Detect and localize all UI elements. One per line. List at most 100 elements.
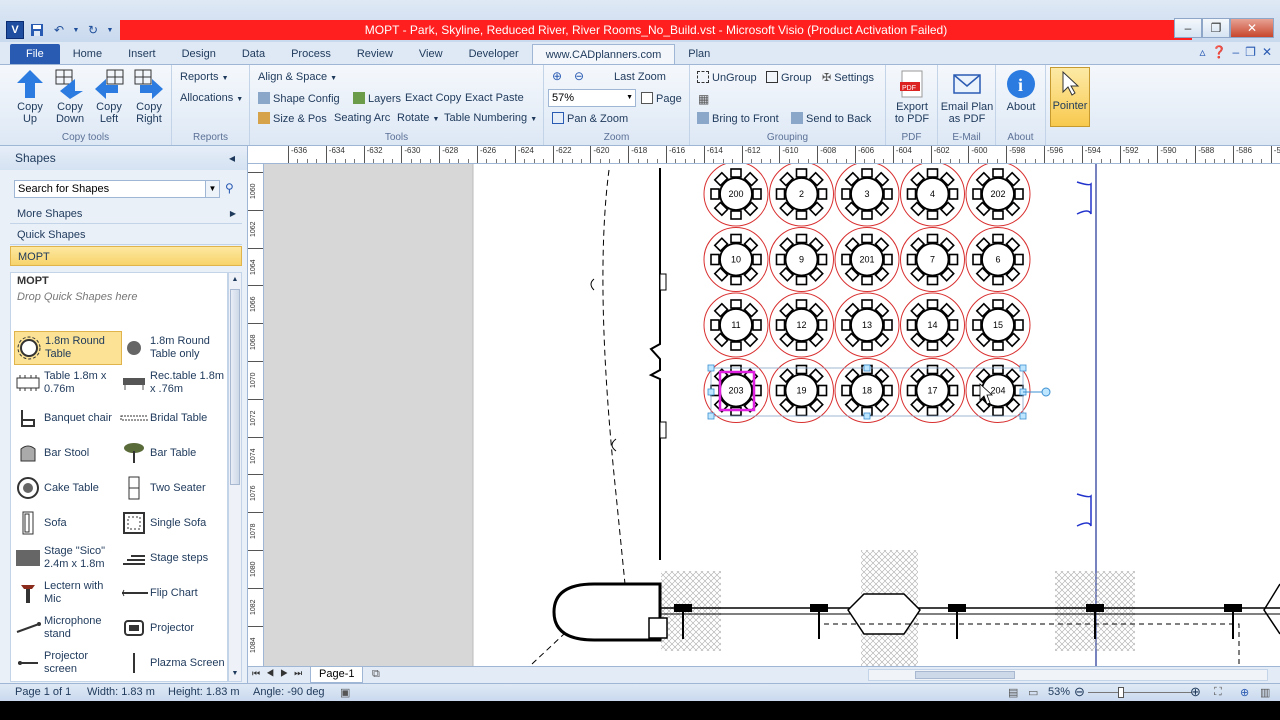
doc-close-icon[interactable]: ✕ <box>1262 45 1272 59</box>
full-screen-icon[interactable]: ▭ <box>1028 686 1038 699</box>
bring-to-front-button[interactable]: Bring to Front <box>697 112 779 125</box>
zoom-level[interactable]: 53% <box>1048 686 1070 698</box>
shape-item-sofa[interactable]: Sofa <box>14 506 122 540</box>
about-button[interactable]: i About <box>1002 69 1040 113</box>
shape-height[interactable]: Height: 1.83 m <box>168 686 240 698</box>
shape-item-stage-steps[interactable]: Stage steps <box>120 541 227 575</box>
tab-review[interactable]: Review <box>344 44 406 64</box>
undo-dropdown-icon[interactable]: ▼ <box>72 21 80 39</box>
drawing-canvas[interactable]: 200 2 3 4 202 10 9 201 7 6 11 12 13 14 15 203 19 18 17 204 <box>264 164 1280 666</box>
shape-item-chair[interactable]: Banquet chair <box>14 401 122 435</box>
restore-icon[interactable]: ❐ <box>1202 18 1230 38</box>
round-table[interactable]: 201 <box>834 227 900 292</box>
mopt-stencil-item[interactable]: MOPT <box>10 246 242 266</box>
help-icon[interactable]: ❓ <box>1212 45 1227 59</box>
tab-home[interactable]: Home <box>60 44 115 64</box>
round-table[interactable]: 3 <box>834 164 900 227</box>
round-table[interactable]: 4 <box>900 164 965 227</box>
shape-width[interactable]: Width: 1.83 m <box>87 686 155 698</box>
group-button[interactable]: Group <box>766 71 812 84</box>
size-pos-button[interactable]: Size & Pos <box>258 112 327 125</box>
quick-shapes-item[interactable]: Quick Shapes <box>10 225 242 245</box>
tab-data[interactable]: Data <box>229 44 278 64</box>
zoom-slider[interactable] <box>1088 692 1192 693</box>
export-pdf-button[interactable]: PDF Export to PDF <box>892 69 932 125</box>
calculator-icon[interactable]: ▦ <box>698 92 709 106</box>
zoom-in-icon[interactable]: ⊕ <box>1190 684 1201 700</box>
copy-right-button[interactable]: Copy Right <box>130 69 168 125</box>
shape-item-microphone[interactable]: Microphone stand <box>14 611 122 645</box>
shape-item-two-seater[interactable]: Two Seater <box>120 471 227 505</box>
fit-page-icon[interactable]: ⛶ <box>1214 686 1222 699</box>
reports-dropdown[interactable]: Reports ▼ <box>180 71 229 83</box>
more-shapes-item[interactable]: More Shapes ▶ <box>10 204 242 224</box>
copy-up-button[interactable]: Copy Up <box>11 69 49 125</box>
visio-app-icon[interactable]: V <box>6 21 24 39</box>
round-table[interactable]: 14 <box>900 292 965 358</box>
round-table[interactable]: 12 <box>769 292 834 358</box>
shape-item-rect-table-chairs[interactable]: Table 1.8m x 0.76m <box>14 366 122 400</box>
round-table[interactable]: 13 <box>834 292 900 358</box>
scroll-down-icon[interactable]: ▼ <box>229 667 241 681</box>
shape-item-single-sofa[interactable]: Single Sofa <box>120 506 227 540</box>
close-icon[interactable]: ✕ <box>1230 18 1274 38</box>
page-zoom-button[interactable]: Page <box>641 92 682 105</box>
horizontal-scrollbar[interactable] <box>868 669 1268 681</box>
shape-item-flip-chart[interactable]: Flip Chart <box>120 576 227 610</box>
round-table[interactable]: 10 <box>703 227 769 292</box>
tab-view[interactable]: View <box>406 44 456 64</box>
rotation-handle[interactable] <box>1041 387 1051 397</box>
seating-arc-button[interactable]: Seating Arc <box>334 112 390 124</box>
search-shapes-input[interactable]: Search for Shapes ▼ <box>14 180 220 198</box>
round-table[interactable]: 15 <box>965 292 1031 358</box>
page-nav-arrows[interactable]: ⏮◀▶⏭ <box>252 668 308 679</box>
view-mode-icon[interactable]: ▤ <box>1008 686 1018 699</box>
shape-item-rect-table[interactable]: Rec.table 1.8m x .76m <box>120 366 227 400</box>
shape-item-round-table-chairs[interactable]: 1.8m Round Table <box>14 331 122 365</box>
shape-item-projector[interactable]: Projector <box>120 611 227 645</box>
save-icon[interactable] <box>28 21 46 39</box>
page-tab[interactable]: Page-1 <box>310 667 364 683</box>
tab-cadplanners[interactable]: www.CADplanners.com <box>531 44 676 64</box>
scrollbar-thumb[interactable] <box>915 671 1015 679</box>
chevron-down-icon[interactable]: ▼ <box>626 90 633 106</box>
undo-icon[interactable]: ↶ <box>50 21 68 39</box>
floor-plan[interactable]: 200 2 3 4 202 10 9 201 7 6 11 12 13 14 15 203 19 18 17 204 <box>264 164 1280 666</box>
redo-icon[interactable]: ↻ <box>84 21 102 39</box>
pan-zoom-window-icon[interactable]: ⊕ <box>1240 686 1249 699</box>
last-zoom-button[interactable]: Last Zoom <box>614 71 666 83</box>
zoom-in-icon[interactable]: ⊕ <box>552 69 562 83</box>
shape-item-bar-table[interactable]: Bar Table <box>120 436 227 470</box>
switch-windows-icon[interactable]: ▥ <box>1260 686 1270 699</box>
minimize-icon[interactable]: – <box>1174 18 1202 38</box>
tab-file[interactable]: File <box>10 44 60 64</box>
ungroup-button[interactable]: UnGroup <box>697 71 757 84</box>
stencil-scrollbar[interactable]: ▲ ▼ <box>228 272 242 682</box>
shape-item-lectern[interactable]: Lectern with Mic <box>14 576 122 610</box>
shape-item-cake-table[interactable]: Cake Table <box>14 471 122 505</box>
tab-insert[interactable]: Insert <box>115 44 169 64</box>
tab-design[interactable]: Design <box>169 44 229 64</box>
ribbon-minimize-icon[interactable]: ▵ <box>1200 45 1206 59</box>
zoom-out-icon[interactable]: ⊖ <box>574 69 584 83</box>
shape-config-button[interactable]: Shape Config <box>258 92 340 105</box>
pan-zoom-button[interactable]: Pan & Zoom <box>552 112 628 125</box>
copy-left-button[interactable]: Copy Left <box>90 69 128 125</box>
shape-item-plazma-screen[interactable]: Plazma Screen <box>120 646 227 680</box>
doc-restore-icon[interactable]: ❐ <box>1245 45 1256 59</box>
email-plan-button[interactable]: Email Plan as PDF <box>940 69 994 125</box>
customize-qat-icon[interactable]: ▼ <box>106 21 114 39</box>
round-table[interactable]: 200 <box>703 164 769 227</box>
tab-process[interactable]: Process <box>278 44 344 64</box>
round-table[interactable]: 9 <box>769 227 834 292</box>
doc-minimize-icon[interactable]: – <box>1232 45 1239 59</box>
round-table[interactable]: 2 <box>769 164 834 227</box>
chevron-down-icon[interactable]: ▼ <box>205 181 219 197</box>
settings-button[interactable]: ✠ Settings <box>822 71 874 84</box>
scroll-up-icon[interactable]: ▲ <box>229 273 241 287</box>
search-icon[interactable]: ⚲ <box>225 181 234 195</box>
align-space-dropdown[interactable]: Align & Space ▼ <box>258 71 337 83</box>
tab-developer[interactable]: Developer <box>456 44 532 64</box>
allocations-dropdown[interactable]: Allocations ▼ <box>180 92 243 104</box>
round-table[interactable]: 6 <box>965 227 1031 292</box>
